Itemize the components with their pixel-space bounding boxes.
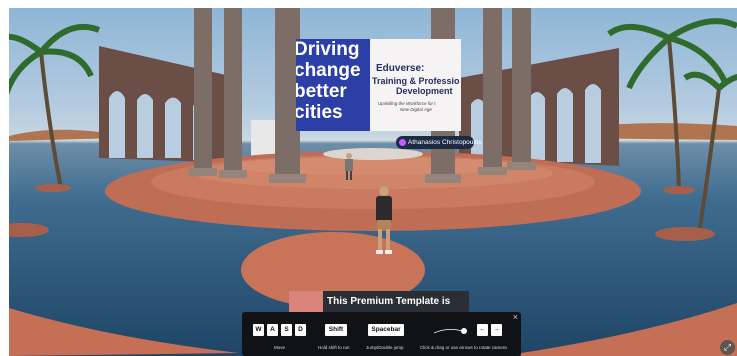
run-caption: Hold shift to run: [318, 345, 350, 350]
billboard-line: better: [296, 81, 347, 102]
controls-help-panel: W A S D Move Shift Hold shift to run Spa…: [242, 312, 521, 356]
arrow-right-key: →: [491, 324, 502, 336]
key-s: S: [281, 324, 292, 336]
palm-tree-left: [9, 23, 101, 192]
billboard-line: cities: [296, 102, 343, 123]
jump-caption: Jump/Double jump: [366, 345, 404, 350]
billboard-subtitle-line: Training & Professio: [372, 76, 460, 86]
billboard-line: Driving: [296, 39, 360, 60]
key-w: W: [253, 324, 264, 336]
player-name: Athanasios Christopoulos: [408, 139, 482, 146]
arrow-left-key: ←: [477, 324, 488, 336]
foreground-floor: [9, 308, 239, 356]
camera-caption: Click & drag or use arrows to rotate cam…: [420, 345, 507, 350]
key-shift: Shift: [325, 324, 347, 336]
billboard-line: change: [296, 60, 361, 81]
stage-step: [323, 148, 423, 160]
player-nameplate: Athanasios Christopoulos: [396, 136, 482, 149]
billboard-subtitle: Training & Professio Development: [372, 76, 460, 96]
billboard-caption-line: New Digital Age: [400, 107, 432, 112]
key-d: D: [295, 324, 306, 336]
billboard-title: Eduverse:: [376, 63, 425, 74]
close-icon[interactable]: ×: [513, 313, 518, 322]
expand-icon[interactable]: ⤢: [720, 340, 735, 355]
mouse-drag-icon: [433, 328, 467, 334]
palm-tree-far-right: [655, 71, 737, 241]
key-spacebar: Spacebar: [368, 324, 404, 336]
billboard-subtitle-line: Development: [396, 86, 453, 96]
3d-viewport[interactable]: Driving change better cities Eduverse: T…: [9, 8, 737, 356]
move-caption: Move: [274, 345, 286, 350]
billboard-caption: Upskilling the Workforce for t New Digit…: [378, 101, 436, 113]
billboard-left-panel: Driving change better cities: [296, 39, 370, 131]
presence-dot-icon: [399, 139, 406, 146]
premium-banner-text: This Premium Template is: [327, 296, 451, 307]
template-thumbnail-icon: [289, 291, 323, 313]
billboard-right-panel: Eduverse: Training & Professio Developme…: [370, 39, 461, 131]
premium-template-banner[interactable]: This Premium Template is: [289, 291, 469, 313]
planter-left: [9, 223, 49, 237]
key-a: A: [267, 324, 278, 336]
